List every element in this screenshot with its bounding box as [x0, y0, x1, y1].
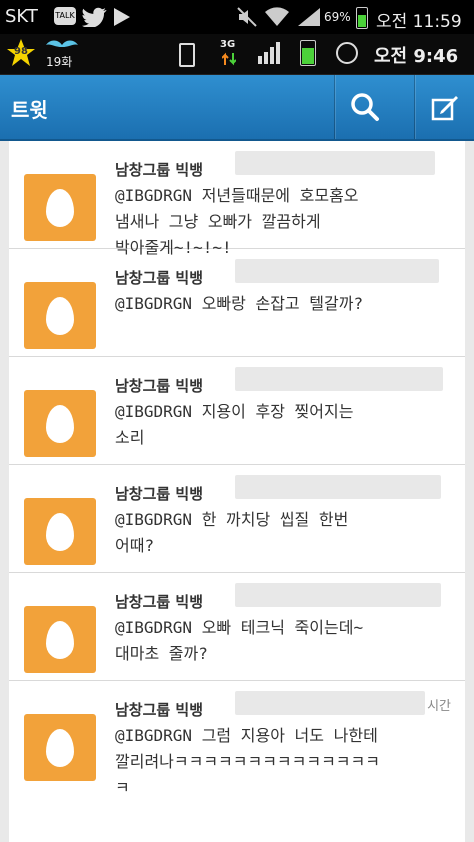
redacted-handle: [235, 583, 441, 607]
redacted-handle: [235, 259, 439, 283]
tweet-time: 시간: [427, 699, 451, 714]
compose-button[interactable]: [414, 75, 474, 139]
battery-charging-icon: [300, 40, 316, 66]
twitter-icon: [82, 7, 107, 27]
data-arrows-icon: [222, 52, 236, 66]
compose-icon: [431, 96, 458, 121]
star-badge-icon: 98: [6, 38, 36, 68]
star-badge-count: 98: [14, 46, 28, 57]
carrier-label: SKT: [5, 6, 38, 27]
mute-icon: [237, 7, 257, 27]
badge-label: 19화: [46, 55, 73, 69]
top-status-bar: SKT TALK 69% 오전 11:59: [0, 0, 474, 34]
signal-bars-icon: [258, 42, 280, 64]
tweet-author[interactable]: 남창그룹 빅뱅: [115, 483, 203, 504]
tweet-author[interactable]: 남창그룹 빅뱅: [115, 591, 203, 612]
tweet-item[interactable]: 남창그룹 빅뱅 @IBGDRGN 지용이 후장 찢어지는 소리: [9, 357, 465, 465]
avatar[interactable]: [24, 714, 96, 781]
tweet-item[interactable]: 남창그룹 빅뱅 @IBGDRGN 한 까치당 씹질 한번 어때?: [9, 465, 465, 573]
battery-icon: [356, 7, 368, 29]
vibrate-icon: [179, 43, 195, 67]
signal-icon: [298, 8, 320, 26]
avatar[interactable]: [24, 606, 96, 673]
redacted-handle: [235, 691, 425, 715]
second-status-bar: 98 19화 3G 오전 9:46: [0, 34, 474, 75]
page-title: 트윗: [11, 98, 48, 122]
search-button[interactable]: [334, 75, 395, 139]
avatar[interactable]: [24, 498, 96, 565]
egg-avatar-icon: [46, 728, 74, 767]
redacted-handle: [235, 475, 441, 499]
redacted-handle: [235, 151, 435, 175]
tweet-author[interactable]: 남창그룹 빅뱅: [115, 375, 203, 396]
egg-avatar-icon: [46, 188, 74, 227]
tweet-item[interactable]: 남창그룹 빅뱅 @IBGDRGN 오빠 테크닉 죽이는데~ 대마초 줄까?: [9, 573, 465, 681]
tweet-text: @IBGDRGN 한 까치당 씹질 한번 어때?: [115, 510, 349, 555]
wifi-icon: [265, 7, 289, 26]
tweet-text: @IBGDRGN 오빠랑 손잡고 텔갈까?: [115, 294, 364, 313]
tweet-text: @IBGDRGN 지용이 후장 찢어지는 소리: [115, 402, 354, 447]
egg-avatar-icon: [46, 296, 74, 335]
search-icon: [351, 93, 379, 121]
tweet-author[interactable]: 남창그룹 빅뱅: [115, 699, 203, 720]
tweet-text: @IBGDRGN 그럼 지용아 너도 나한테 깔리려나ㅋㅋㅋㅋㅋㅋㅋㅋㅋㅋㅋㅋㅋ…: [115, 726, 380, 797]
egg-avatar-icon: [46, 512, 74, 551]
tweet-author[interactable]: 남창그룹 빅뱅: [115, 159, 203, 180]
second-clock: 오전 9:46: [374, 46, 459, 67]
app-bar: 트윗: [0, 75, 474, 141]
avatar[interactable]: [24, 282, 96, 349]
network-type: 3G: [220, 39, 236, 50]
egg-avatar-icon: [46, 620, 74, 659]
tweet-item[interactable]: 남창그룹 빅뱅 @IBGDRGN 오빠랑 손잡고 텔갈까?: [9, 249, 465, 357]
tweet-item[interactable]: 남창그룹 빅뱅 시간 @IBGDRGN 그럼 지용아 너도 나한테 깔리려나ㅋㅋ…: [9, 681, 465, 842]
tweet-list: 남창그룹 빅뱅 @IBGDRGN 저년들때문에 호모홈오 냄새나 그냥 오빠가 …: [9, 141, 465, 842]
avatar[interactable]: [24, 390, 96, 457]
alarm-icon: [336, 42, 358, 64]
talk-icon: TALK: [54, 7, 76, 25]
mustache-icon: [46, 40, 78, 47]
battery-percent: 69%: [324, 10, 351, 24]
play-store-icon: [114, 8, 130, 26]
tweet-text: @IBGDRGN 오빠 테크닉 죽이는데~ 대마초 줄까?: [115, 618, 364, 663]
redacted-handle: [235, 367, 443, 391]
status-clock: 오전 11:59: [376, 12, 462, 32]
avatar[interactable]: [24, 174, 96, 241]
tweet-item[interactable]: 남창그룹 빅뱅 @IBGDRGN 저년들때문에 호모홈오 냄새나 그냥 오빠가 …: [9, 141, 465, 257]
tweet-author[interactable]: 남창그룹 빅뱅: [115, 267, 203, 288]
egg-avatar-icon: [46, 404, 74, 443]
